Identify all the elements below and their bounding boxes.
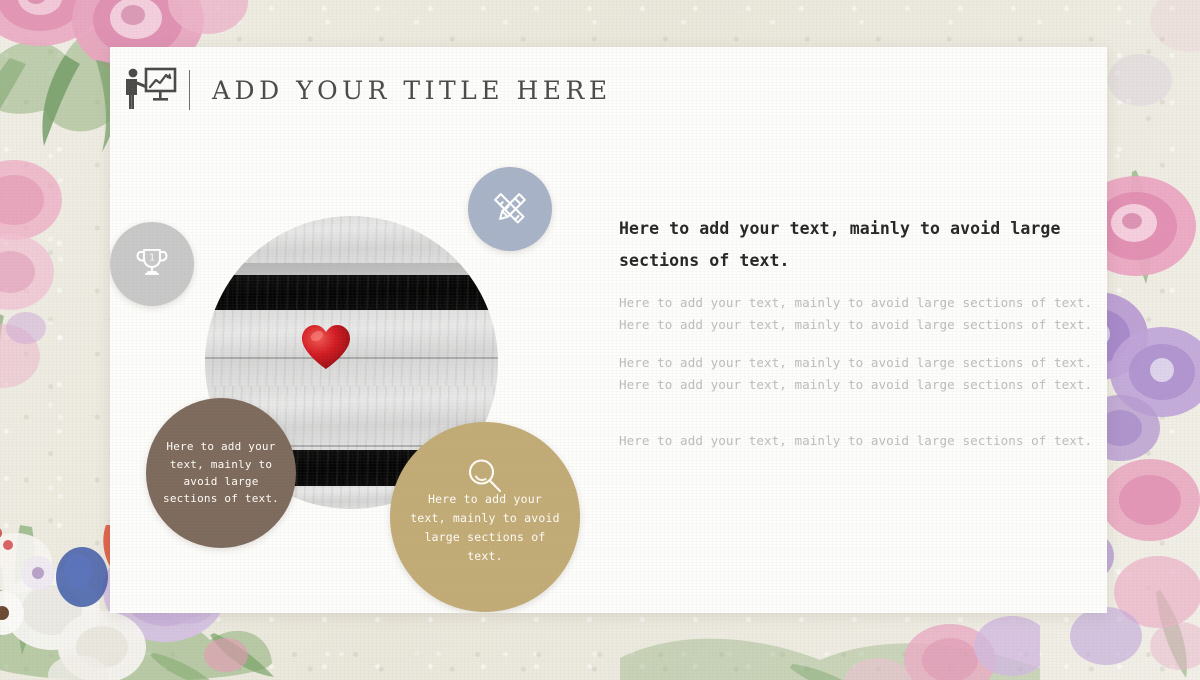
- photo-plank: [205, 216, 498, 269]
- magnifier-icon: [468, 459, 502, 493]
- body-paragraph: Here to add your text, mainly to avoid l…: [619, 295, 1093, 333]
- body-paragraph: Here to add your text, mainly to avoid l…: [619, 432, 1093, 448]
- page-title: ADD YOUR TITLE HERE: [212, 75, 612, 105]
- badge-tan-label: Here to add your text, mainly to avoid l…: [410, 491, 560, 564]
- card-header: ADD YOUR TITLE HERE: [125, 59, 612, 121]
- trophy-icon: 1: [136, 248, 168, 276]
- header-divider: [189, 70, 190, 110]
- text-column: Here to add your text, mainly to avoid l…: [619, 213, 1101, 468]
- trophy-rank-label: 1: [149, 253, 155, 264]
- badge-tools[interactable]: [468, 167, 552, 251]
- body-paragraph: Here to add your text, mainly to avoid l…: [619, 355, 1093, 393]
- pencil-ruler-icon: [494, 193, 526, 224]
- red-heart-icon: [302, 325, 350, 369]
- content-card: ADD YOUR TITLE HERE 1 Here to add your t…: [110, 47, 1107, 613]
- body-heading: Here to add your text, mainly to avoid l…: [619, 219, 1061, 270]
- badge-tan-text[interactable]: Here to add your text, mainly to avoid l…: [390, 422, 580, 612]
- floral-left-middle: [0, 160, 62, 388]
- presenter-chart-icon: [126, 67, 177, 109]
- photo-plank-dark: [205, 274, 498, 310]
- slide-root: ADD YOUR TITLE HERE 1 Here to add your t…: [0, 0, 1200, 680]
- badge-trophy[interactable]: 1: [110, 222, 194, 306]
- badge-brown-label: Here to add your text, mainly to avoid l…: [163, 440, 279, 506]
- badge-brown-text[interactable]: Here to add your text, mainly to avoid l…: [146, 398, 296, 548]
